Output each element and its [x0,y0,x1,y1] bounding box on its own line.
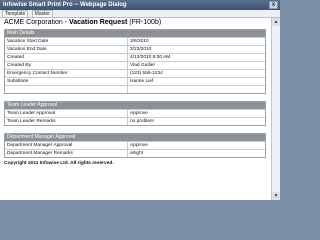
row-value: 4/13/2010 8:30 AM [127,53,265,62]
team-leader-table: Team Leader Approval Approve Team Leader … [5,109,265,125]
page-title: ACME Corporation - Vacation Request (FR-… [4,18,266,27]
close-button[interactable]: x [269,1,278,9]
table-row [5,85,265,93]
row-value: no problem [127,117,265,125]
window-title: Infowise Smart Print Pro -- Webpage Dial… [3,2,127,8]
row-value: Approve [127,109,265,118]
row-label: Department Manager Approval [5,141,128,150]
dept-manager-section: Department Manager Approval Department M… [4,133,266,158]
row-label: Team Leader Remarks [5,117,128,125]
section-header: Team Leader Approval [5,102,265,109]
dialog-content: ACME Corporation - Vacation Request (FR-… [0,18,280,200]
row-value: Approve [127,141,265,150]
template-button[interactable]: Template [2,10,29,18]
row-label: Vacation Start Date [5,37,128,46]
form-title: Vacation Request [68,19,128,26]
section-header: Department Manager Approval [5,134,265,141]
row-label: Department Manager Remarks [5,149,128,157]
dept-manager-table: Department Manager Approval Approve Depar… [5,141,265,157]
table-row: Team Leader Approval Approve [5,109,265,118]
row-label: Emergency Contact Number [5,69,128,78]
table-row: Created 4/13/2010 8:30 AM [5,53,265,62]
vertical-scrollbar[interactable]: ▲ ▼ [271,18,280,200]
master-button[interactable]: Master [31,10,53,18]
row-label: Substitute [5,77,128,86]
row-label: Team Leader Approval [5,109,128,118]
row-value [127,85,265,93]
main-details-table: Vacation Start Date 3/6/2010 Vacation End… [5,37,265,93]
main-details-section: Main Details Vacation Start Date 3/6/2010… [4,29,266,94]
row-label: Created By [5,61,128,70]
toolbar: Template Master [0,10,280,18]
table-row: Vacation End Date 3/23/2010 [5,45,265,54]
table-row: Department Manager Approval Approve [5,141,265,150]
row-label [5,85,128,93]
row-value: 3/23/2010 [127,45,265,54]
team-leader-section: Team Leader Approval Team Leader Approva… [4,101,266,126]
copyright-text: Copyright 2011 Infowise Ltd. All rights … [4,161,114,166]
table-row: Team Leader Remarks no problem [5,117,265,125]
scroll-up-icon[interactable]: ▲ [272,18,280,26]
table-row: Emergency Contact Number (123) 555-1234 [5,69,265,78]
form-container: ACME Corporation - Vacation Request (FR-… [4,18,266,166]
row-value: Hanne Lief [127,77,265,86]
scroll-down-icon[interactable]: ▼ [272,192,280,200]
table-row: Substitute Hanne Lief [5,77,265,86]
row-label: Created [5,53,128,62]
table-row: Department Manager Remarks alright [5,149,265,157]
section-header: Main Details [5,30,265,37]
row-value: 3/6/2010 [127,37,265,46]
table-row: Created By Vlad Gutlier [5,61,265,70]
row-label: Vacation End Date [5,45,128,54]
table-row: Vacation Start Date 3/6/2010 [5,37,265,46]
form-code: (FR-100b) [127,19,162,26]
row-value: Vlad Gutlier [127,61,265,70]
row-value: (123) 555-1234 [127,69,265,78]
row-value: alright [127,149,265,157]
window-titlebar: Infowise Smart Print Pro -- Webpage Dial… [0,0,280,10]
company-name: ACME Corporation - [4,19,69,26]
